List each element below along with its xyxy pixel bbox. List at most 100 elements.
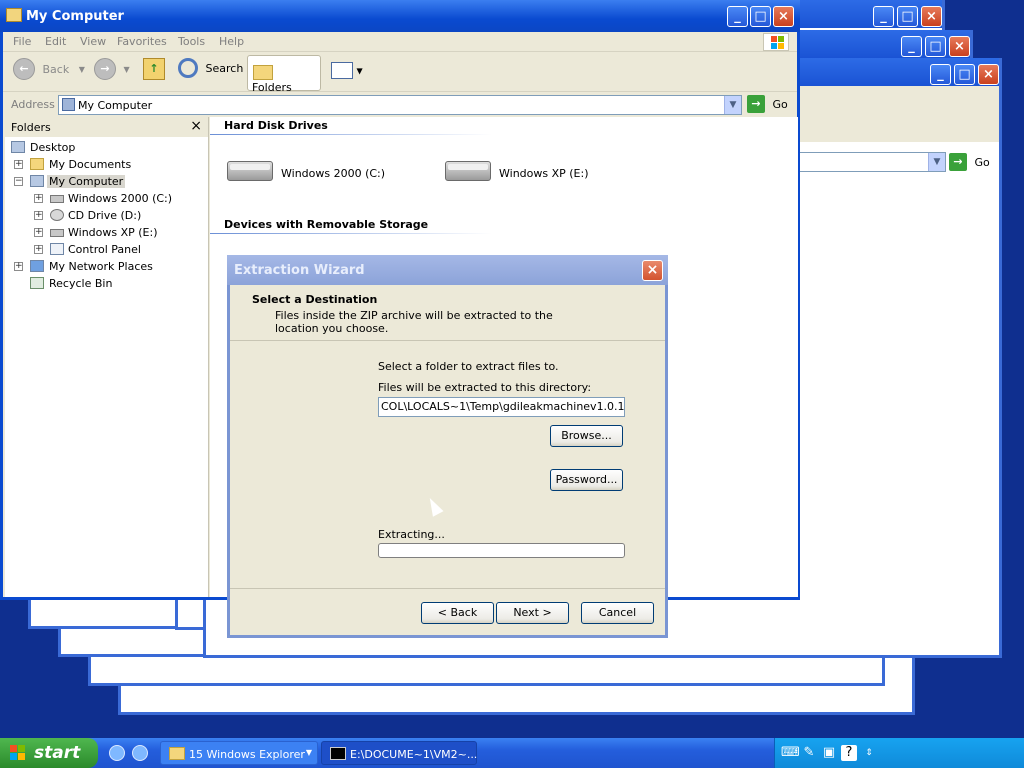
next-button[interactable]: Next >: [496, 602, 569, 624]
hard-drive-icon: [50, 195, 64, 203]
back-arrow-icon: ←: [13, 58, 35, 80]
minimize-button[interactable]: _: [727, 6, 748, 27]
maximize-button[interactable]: □: [925, 36, 946, 57]
windows-logo-icon: [10, 745, 26, 761]
window-title: My Computer: [26, 9, 124, 24]
group-divider: [210, 233, 492, 234]
minimize-button[interactable]: _: [873, 6, 894, 27]
options-icon[interactable]: ⇕: [861, 745, 877, 761]
recycle-bin-icon: [30, 277, 44, 289]
taskbar-item-command-prompt[interactable]: E:\DOCUME~1\VM2~...: [321, 741, 477, 765]
chevron-down-icon[interactable]: ▼: [724, 96, 741, 114]
footer-divider: [230, 588, 665, 589]
toolbar: ← Back ▼ → ▼ ↑ Search Folders ▼: [3, 52, 797, 94]
menu-tools[interactable]: Tools: [178, 35, 205, 48]
taskbar-item-windows-explorer[interactable]: 15 Windows Explorer ▼: [160, 741, 318, 765]
tool-icon[interactable]: ✎: [801, 745, 817, 761]
start-button[interactable]: start: [0, 738, 98, 768]
password-button[interactable]: Password...: [550, 469, 623, 491]
menu-favorites[interactable]: Favorites: [117, 35, 167, 48]
menu-file[interactable]: File: [13, 35, 31, 48]
computer-icon: [30, 175, 44, 187]
expand-icon[interactable]: +: [34, 228, 43, 237]
network-icon[interactable]: ▣: [821, 745, 837, 761]
dialog-title: Extraction Wizard: [234, 263, 365, 278]
chevron-down-icon[interactable]: ▼: [928, 153, 945, 171]
expand-icon[interactable]: +: [34, 194, 43, 203]
internet-explorer-icon[interactable]: [132, 745, 148, 761]
expand-icon[interactable]: +: [34, 245, 43, 254]
expand-icon[interactable]: +: [14, 160, 23, 169]
back-button[interactable]: < Back: [421, 602, 494, 624]
chevron-down-icon[interactable]: ▼: [357, 67, 363, 76]
go-arrow-icon: →: [949, 153, 967, 171]
back-button[interactable]: ← Back ▼: [13, 58, 85, 88]
instruction-text: Select a folder to extract files to.: [378, 360, 559, 373]
folders-button[interactable]: Folders: [247, 55, 321, 94]
folders-pane-title: Folders: [11, 121, 51, 134]
menu-view[interactable]: View: [80, 35, 106, 48]
close-button[interactable]: ×: [949, 36, 970, 57]
chevron-down-icon[interactable]: ▼: [124, 65, 130, 74]
control-panel-icon: [50, 243, 64, 255]
desktop-icon: [11, 141, 25, 153]
hard-disk-drives-heading: Hard Disk Drives: [224, 119, 328, 132]
views-button[interactable]: ▼: [331, 62, 363, 92]
help-icon[interactable]: ?: [841, 745, 857, 761]
chevron-down-icon: ▼: [305, 748, 312, 757]
wizard-header: Select a Destination Files inside the ZI…: [230, 285, 665, 341]
folder-icon: [169, 747, 185, 760]
forward-button[interactable]: → ▼: [94, 58, 130, 88]
menu-help[interactable]: Help: [219, 35, 244, 48]
folder-icon: [253, 65, 273, 80]
title-bar: My Computer _ □ ×: [0, 0, 800, 32]
close-button[interactable]: ×: [978, 64, 999, 85]
folder-icon: [6, 8, 22, 22]
progress-label: Extracting...: [378, 528, 445, 541]
close-button[interactable]: ×: [921, 6, 942, 27]
command-prompt-icon: [330, 747, 346, 760]
destination-directory-input[interactable]: COL\LOCALS~1\Temp\gdileakmachinev1.0.1dm…: [378, 397, 625, 417]
maximize-button[interactable]: □: [750, 6, 771, 27]
expand-icon[interactable]: +: [34, 211, 43, 220]
minimize-button[interactable]: _: [930, 64, 951, 85]
drive-windows-2000[interactable]: Windows 2000 (C:): [227, 157, 427, 197]
start-label: start: [34, 743, 81, 763]
browse-button[interactable]: Browse...: [550, 425, 623, 447]
directory-label: Files will be extracted to this director…: [378, 381, 592, 394]
drive-windows-xp[interactable]: Windows XP (E:): [445, 157, 645, 197]
address-input[interactable]: My Computer ▼: [58, 95, 742, 115]
expand-icon[interactable]: +: [14, 262, 23, 271]
network-icon: [30, 260, 44, 272]
cd-drive-icon: [50, 209, 64, 221]
close-button[interactable]: ×: [773, 6, 794, 27]
close-button[interactable]: ×: [642, 260, 663, 281]
wizard-heading: Select a Destination: [252, 293, 378, 306]
maximize-button[interactable]: □: [897, 6, 918, 27]
extraction-wizard-dialog: Extraction Wizard × Select a Destination…: [227, 255, 668, 638]
collapse-icon[interactable]: −: [14, 177, 23, 186]
system-tray: ⌨ ✎ ▣ ? ⇕: [774, 738, 1024, 768]
wizard-subheading: Files inside the ZIP archive will be ext…: [275, 309, 553, 335]
go-button[interactable]: → Go: [949, 153, 997, 173]
up-folder-button[interactable]: ↑: [143, 58, 165, 88]
up-folder-icon: ↑: [143, 58, 165, 80]
menu-bar: File Edit View Favorites Tools Help: [3, 32, 797, 52]
address-value: My Computer: [78, 99, 153, 112]
address-bar: Address My Computer ▼ → Go: [3, 93, 797, 117]
internet-explorer-icon[interactable]: [109, 745, 125, 761]
cancel-button[interactable]: Cancel: [581, 602, 654, 624]
keyboard-icon[interactable]: ⌨: [781, 745, 800, 761]
maximize-button[interactable]: □: [954, 64, 975, 85]
search-button[interactable]: Search: [178, 58, 243, 88]
views-icon: [331, 62, 353, 79]
removable-storage-heading: Devices with Removable Storage: [224, 218, 429, 231]
hard-drive-icon: [50, 229, 64, 237]
chevron-down-icon[interactable]: ▼: [79, 65, 85, 74]
extraction-progress-bar: [378, 543, 625, 558]
close-icon[interactable]: ×: [190, 118, 202, 134]
go-button[interactable]: → Go: [747, 95, 795, 115]
minimize-button[interactable]: _: [901, 36, 922, 57]
menu-edit[interactable]: Edit: [45, 35, 66, 48]
group-divider: [210, 134, 492, 135]
